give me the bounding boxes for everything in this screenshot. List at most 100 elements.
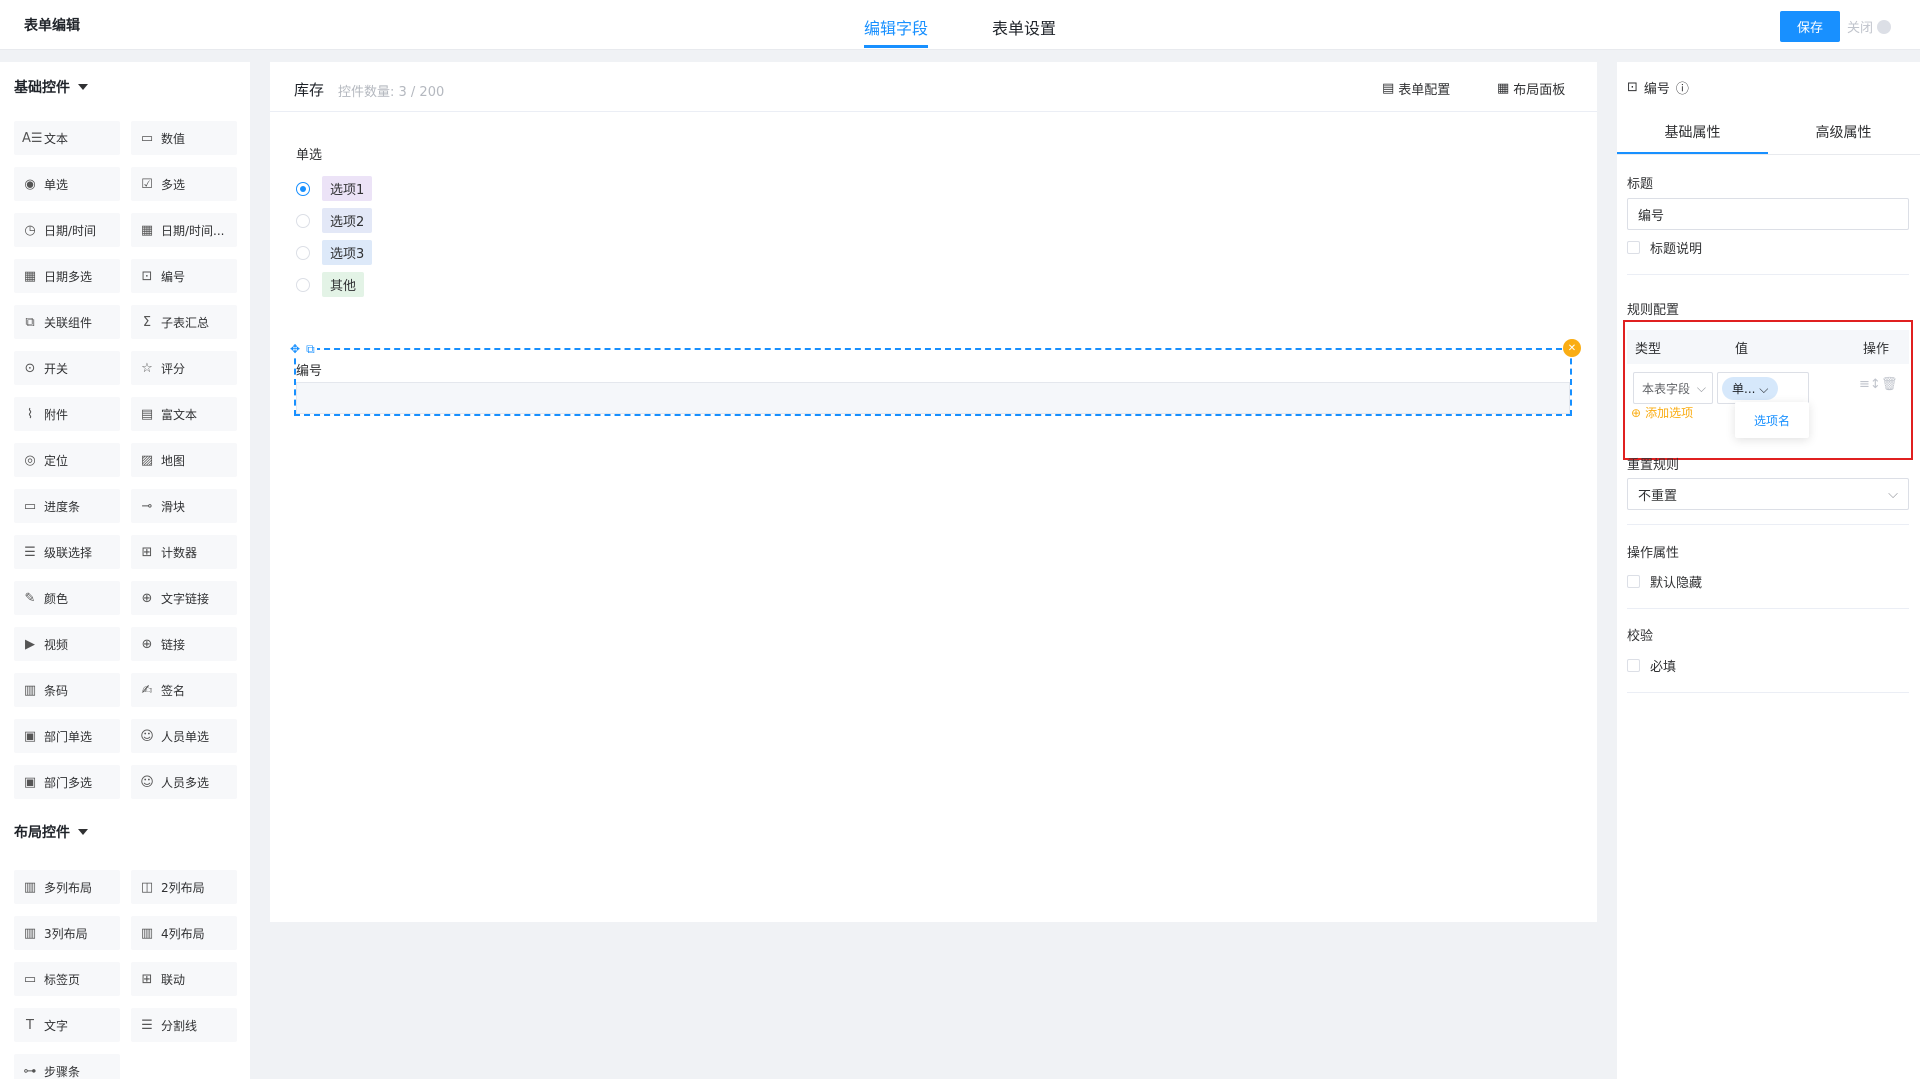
component-radio[interactable]: ◉ 单选	[14, 167, 120, 201]
radio-checked-icon[interactable]	[296, 181, 310, 196]
component-label: 地图	[161, 453, 186, 468]
tab-advanced-props[interactable]: 高级属性	[1768, 122, 1919, 152]
component-dept[interactable]: ▣ 部门单选	[14, 719, 120, 753]
component-richtext[interactable]: ▤ 富文本	[131, 397, 237, 431]
component-link[interactable]: ⊕ 链接	[131, 627, 237, 661]
color-icon: ✎	[24, 590, 36, 606]
radio-option[interactable]: 选项2	[296, 208, 373, 233]
component-serial[interactable]: ⊡ 编号	[131, 259, 237, 293]
radio-option[interactable]: 选项3	[296, 240, 373, 265]
columns-icon: ▥	[23, 879, 37, 895]
col-type: 类型	[1635, 341, 1662, 357]
component-signature[interactable]: ✍ 签名	[131, 673, 237, 707]
title-desc-label: 标题说明	[1650, 242, 1703, 257]
component-number[interactable]: ▭ 数值	[131, 121, 237, 155]
component-link-component[interactable]: ⧉ 关联组件	[14, 305, 120, 339]
title-input[interactable]: 编号	[1627, 198, 1909, 230]
chevron-down-icon: ⌵	[1888, 486, 1898, 502]
component-two-col[interactable]: ◫ 2列布局	[131, 870, 237, 904]
radio-option-label: 选项2	[322, 208, 373, 233]
form-config-button[interactable]: ▤ 表单配置	[1382, 79, 1450, 98]
component-checkbox[interactable]: ☑ 多选	[131, 167, 237, 201]
component-label: 分割线	[161, 1018, 198, 1033]
component-clock[interactable]: ◷ 日期/时间	[14, 213, 120, 247]
radio-option[interactable]: 其他	[296, 272, 365, 297]
component-label: 编号	[161, 269, 186, 284]
validation-label: 校验	[1627, 629, 1654, 644]
component-cascade[interactable]: ☰ 级联选择	[14, 535, 120, 569]
serial-icon: ⊡	[1627, 80, 1638, 95]
component-label: 4列布局	[161, 926, 205, 941]
component-paperclip[interactable]: ⌇ 附件	[14, 397, 120, 431]
component-user[interactable]: ☺ 人员单选	[131, 719, 237, 753]
component-slider[interactable]: ⊸ 滑块	[131, 489, 237, 523]
trash-icon[interactable]: 🗑	[1881, 377, 1898, 392]
component-divider[interactable]: ☰ 分割线	[131, 1008, 237, 1042]
reset-rule-select[interactable]: 不重置 ⌵	[1627, 478, 1909, 510]
component-map[interactable]: ▨ 地图	[131, 443, 237, 477]
app-title: 表单编辑	[24, 18, 80, 34]
component-text-t[interactable]: T 文字	[14, 1008, 120, 1042]
tab-edit-fields[interactable]: 编辑字段	[864, 15, 928, 39]
component-sigma[interactable]: Σ 子表汇总	[131, 305, 237, 339]
component-globe[interactable]: ⊕ 文字链接	[131, 581, 237, 615]
layout-controls-group[interactable]: 布局控件	[14, 822, 88, 842]
component-columns[interactable]: ▥ 多列布局	[14, 870, 120, 904]
component-label: 部门单选	[44, 729, 93, 744]
component-label: 2列布局	[161, 880, 205, 895]
close-toggle[interactable]: 关闭	[1847, 17, 1892, 36]
component-linkage[interactable]: ⊞ 联动	[131, 962, 237, 996]
component-three-col[interactable]: ▥ 3列布局	[14, 916, 120, 950]
copy-icon[interactable]: ⧉	[306, 342, 315, 357]
basic-controls-group[interactable]: 基础控件	[14, 77, 88, 97]
component-four-col[interactable]: ▥ 4列布局	[131, 916, 237, 950]
component-steps[interactable]: ⊶ 步骤条	[14, 1054, 120, 1079]
radio-unchecked-icon[interactable]	[296, 245, 310, 260]
property-field-name: 编号	[1643, 82, 1670, 97]
component-users[interactable]: ☺ 人员多选	[131, 765, 237, 799]
tab-basic-props[interactable]: 基础属性	[1617, 122, 1768, 154]
rule-value-select[interactable]: 单... ⌵	[1717, 372, 1809, 404]
slider-icon: ⊸	[141, 498, 153, 514]
component-dept-multi[interactable]: ▣ 部门多选	[14, 765, 120, 799]
richtext-icon: ▤	[140, 406, 154, 422]
sort-icon[interactable]: ≡↕	[1859, 377, 1881, 392]
caret-down-icon	[78, 829, 88, 835]
default-hidden-checkbox[interactable]: 默认隐藏	[1627, 572, 1702, 591]
radio-unchecked-icon[interactable]	[296, 213, 310, 228]
component-video[interactable]: ▶ 视频	[14, 627, 120, 661]
property-header: ⊡ 编号 ⓘ	[1627, 78, 1689, 97]
radio-option[interactable]: 选项1	[296, 176, 373, 201]
component-location[interactable]: ◎ 定位	[14, 443, 120, 477]
rule-value-tag: 单... ⌵	[1722, 376, 1779, 400]
checkbox-icon	[1627, 241, 1640, 254]
component-text[interactable]: A☰ 文本	[14, 121, 120, 155]
component-counter[interactable]: ⊞ 计数器	[131, 535, 237, 569]
counter-icon: ⊞	[141, 544, 153, 560]
component-barcode[interactable]: ▥ 条码	[14, 673, 120, 707]
move-icon[interactable]: ✥	[290, 342, 300, 357]
layout-panel-button[interactable]: ▦ 布局面板	[1497, 79, 1565, 98]
save-button[interactable]: 保存	[1780, 11, 1840, 42]
required-checkbox[interactable]: 必填	[1627, 656, 1676, 675]
component-calendar-multi[interactable]: ▦ 日期多选	[14, 259, 120, 293]
add-option-button[interactable]: ⊕ 添加选项	[1631, 404, 1693, 421]
component-progress[interactable]: ▭ 进度条	[14, 489, 120, 523]
radio-unchecked-icon[interactable]	[296, 277, 310, 292]
signature-icon: ✍	[141, 682, 153, 698]
default-hidden-label: 默认隐藏	[1650, 576, 1703, 591]
delete-field-icon[interactable]: ✕	[1563, 339, 1581, 357]
component-star[interactable]: ☆ 评分	[131, 351, 237, 385]
component-calendar[interactable]: ▦ 日期/时间...	[131, 213, 237, 247]
component-switch[interactable]: ⊙ 开关	[14, 351, 120, 385]
dropdown-item[interactable]: 选项名	[1754, 412, 1790, 429]
option-dropdown[interactable]: 选项名	[1735, 402, 1809, 438]
rule-type-select[interactable]: 本表字段 ⌵	[1633, 372, 1713, 404]
title-desc-checkbox[interactable]: 标题说明	[1627, 238, 1702, 257]
add-option-label: 添加选项	[1645, 406, 1694, 420]
component-color[interactable]: ✎ 颜色	[14, 581, 120, 615]
component-tabs[interactable]: ▭ 标签页	[14, 962, 120, 996]
component-label: 标签页	[44, 972, 81, 987]
tab-form-settings[interactable]: 表单设置	[992, 15, 1056, 39]
info-icon[interactable]: ⓘ	[1676, 78, 1689, 97]
